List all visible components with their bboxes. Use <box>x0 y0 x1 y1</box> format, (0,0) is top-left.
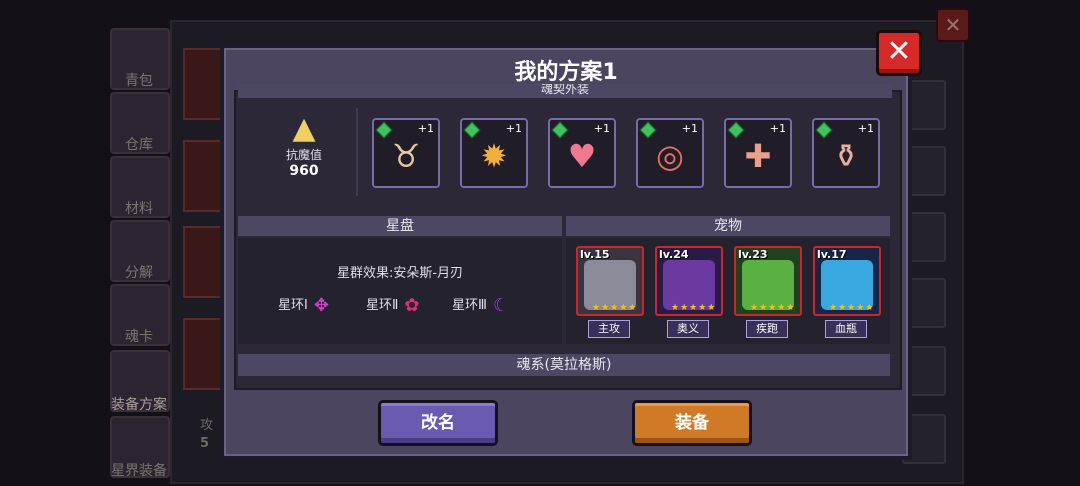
pet-card[interactable]: lv.24 ★★★★★ <box>655 246 723 316</box>
horns-icon: ♉ <box>391 137 421 175</box>
star-section-header: 星盘 <box>238 216 562 236</box>
equipment-slot[interactable]: +1 ◎ <box>636 118 704 188</box>
equip-button[interactable]: 装备 <box>632 400 752 446</box>
side-menu-materials-label: 材料 <box>125 201 153 217</box>
equipment-slot[interactable]: +1 ♥ <box>548 118 616 188</box>
pet-role-tag: 奥义 <box>667 320 709 338</box>
ring-necklace-icon: ◎ <box>656 137 684 175</box>
dialog-content: 魂契外装 ▲ 抗魔值 960 +1 ♉ +1 ✹ +1 ♥ +1 ◎ +1 ✚ +1 ⚱ 星盘 宠物 … <box>234 84 902 390</box>
dialog-title: 我的方案1 <box>514 60 618 85</box>
equipment-slot[interactable]: +1 ♉ <box>372 118 440 188</box>
pet-stars-icon: ★★★★★ <box>750 303 796 313</box>
close-button[interactable]: ✕ <box>876 30 922 76</box>
equipment-slot[interactable]: +1 ⚱ <box>812 118 880 188</box>
pet-level: lv.23 <box>738 248 768 261</box>
star-ring-label: 星环Ⅱ <box>366 298 399 313</box>
equipment-level: +1 <box>593 122 610 135</box>
flower-rune-icon: ✿ <box>404 295 420 316</box>
pet-level: lv.15 <box>580 248 610 261</box>
pet-level: lv.24 <box>659 248 689 261</box>
pet-stars-icon: ★★★★★ <box>592 303 638 313</box>
pet-stars-icon: ★★★★★ <box>671 303 717 313</box>
resistance-stat: ▲ 抗魔值 960 <box>276 111 332 180</box>
equipment-slot[interactable]: +1 ✚ <box>724 118 792 188</box>
background-attack-label: 攻 <box>200 418 214 433</box>
cross-charm-icon: ✚ <box>744 137 772 175</box>
pet-card[interactable]: lv.17 ★★★★★ <box>813 246 881 316</box>
divider <box>356 108 358 196</box>
soul-system-header: 魂系(莫拉格斯) <box>238 354 890 376</box>
top-section-header: 魂契外装 <box>238 84 892 98</box>
side-menu-bag-label: 青包 <box>125 73 153 89</box>
resistance-label: 抗魔值 <box>285 148 322 162</box>
side-menu-equip-plan-label: 装备方案 <box>111 397 167 413</box>
pet-panel: lv.15 ★★★★★ 主攻 lv.24 ★★★★★ 奥义 lv.23 ★★★★★ 疾跑 lv.1… <box>566 238 890 344</box>
star-ring-label: 星环Ⅰ <box>278 298 308 313</box>
side-menu-disassemble-label: 分解 <box>125 265 153 281</box>
side-menu-soulcard-label: 魂卡 <box>125 329 153 345</box>
pet-role-tag: 疾跑 <box>746 320 788 338</box>
heart-crystal-icon: ♥ <box>567 137 597 175</box>
equipment-level: +1 <box>769 122 786 135</box>
star-ring-3[interactable]: 星环Ⅲ ☾ <box>452 294 509 316</box>
equipment-level: +1 <box>681 122 698 135</box>
pet-section-header: 宠物 <box>566 216 890 236</box>
rename-button[interactable]: 改名 <box>378 400 498 446</box>
pet-role-tag: 血瓶 <box>825 320 867 338</box>
pet-stars-icon: ★★★★★ <box>829 303 875 313</box>
pet-role-tag: 主攻 <box>588 320 630 338</box>
pet-card[interactable]: lv.15 ★★★★★ <box>576 246 644 316</box>
side-menu-warehouse-label: 仓库 <box>125 137 153 153</box>
pet-level: lv.17 <box>817 248 847 261</box>
equipment-level: +1 <box>417 122 434 135</box>
star-ring-2[interactable]: 星环Ⅱ ✿ <box>366 294 420 316</box>
equipment-slot[interactable]: +1 ✹ <box>460 118 528 188</box>
background-close-button: ✕ <box>936 8 970 42</box>
resistance-triangle-icon: ▲ <box>292 111 316 146</box>
side-menu-astral-equip-label: 星界装备 <box>111 463 167 479</box>
star-ring-label: 星环Ⅲ <box>452 298 487 313</box>
background-attack-value: 5 <box>200 436 210 451</box>
equip-plan-dialog: 我的方案1 ✕ 魂契外装 ▲ 抗魔值 960 +1 ♉ +1 ✹ +1 ♥ +1 ◎ +1 ✚ +1… <box>220 30 922 460</box>
resistance-value: 960 <box>289 163 319 179</box>
star-panel: 星群效果:安朵斯-月刃 星环Ⅰ ✥ 星环Ⅱ ✿ 星环Ⅲ ☾ <box>238 238 562 344</box>
crescent-rune-icon: ☾ <box>492 295 510 316</box>
bird-rune-icon: ✥ <box>313 295 329 316</box>
pet-card[interactable]: lv.23 ★★★★★ <box>734 246 802 316</box>
constellation-effect: 星群效果:安朵斯-月刃 <box>336 266 464 281</box>
gear-core-icon: ✹ <box>480 137 508 175</box>
star-ring-1[interactable]: 星环Ⅰ ✥ <box>278 294 329 316</box>
equipment-level: +1 <box>857 122 874 135</box>
equipment-level: +1 <box>505 122 522 135</box>
potion-bottle-icon: ⚱ <box>832 137 860 175</box>
